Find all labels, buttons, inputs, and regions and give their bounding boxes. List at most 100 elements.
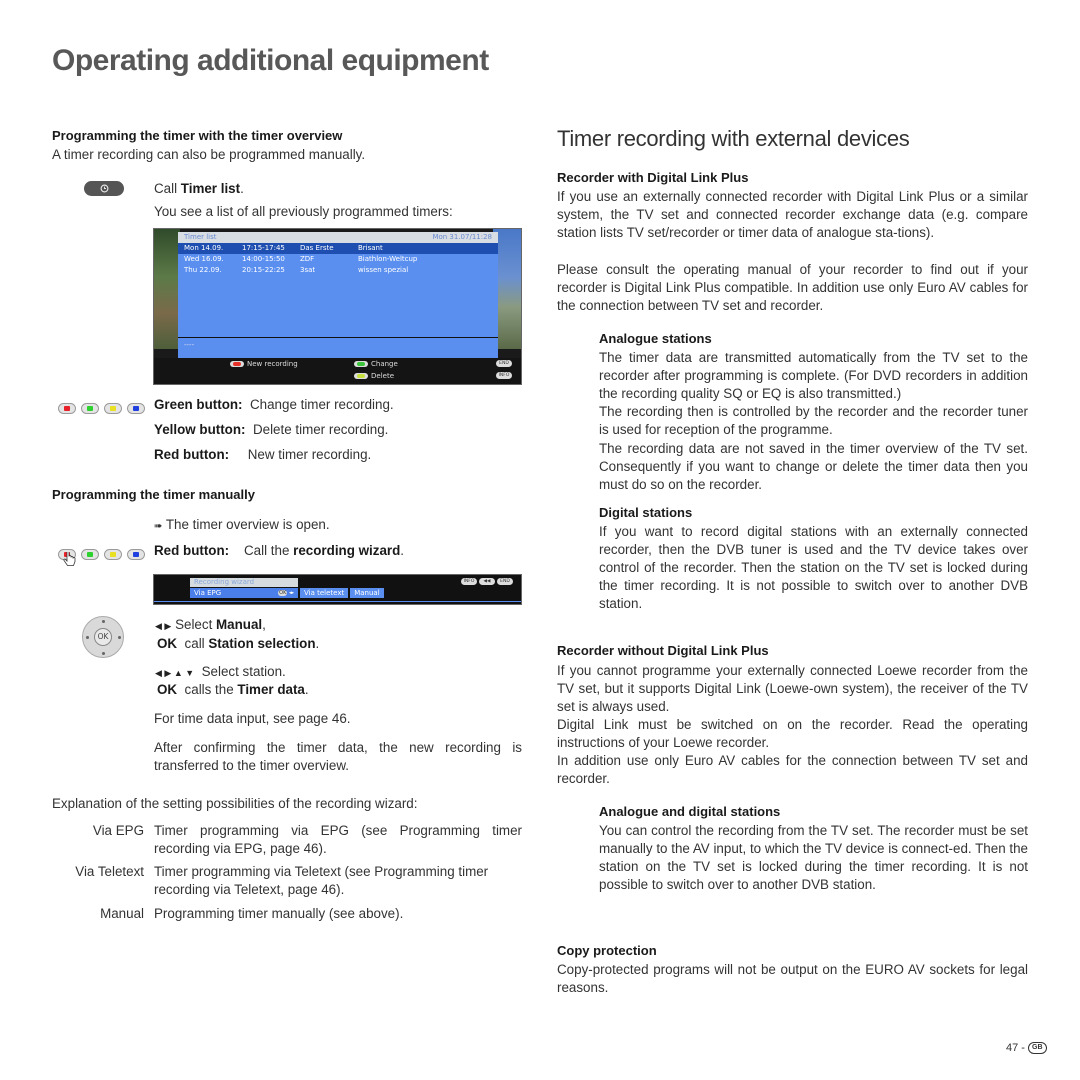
timer-button <box>84 181 124 196</box>
arrow-right-icon: ➠ <box>154 521 163 532</box>
timer-station: Das Erste <box>300 244 334 252</box>
timer-list-screenshot: Timer list Mon 31.07/11:28 Mon 14.09. 17… <box>153 228 522 385</box>
clock-icon <box>100 184 108 193</box>
timer-title: Biathlon-Weltcup <box>358 255 418 263</box>
wizard-keys: INFO ◀◀ END <box>461 578 513 585</box>
page-number-text: 47 - <box>1006 1042 1025 1054</box>
yellow-button-desc: Yellow button: Delete timer recording. <box>154 422 389 437</box>
timer-day: Wed 16.09. <box>184 255 224 263</box>
time-data-note: For time data input, see page 46. <box>154 711 351 726</box>
green-button-desc: Green button: Change timer recording. <box>154 397 394 412</box>
heading-digital: Digital stations <box>599 505 693 520</box>
timer-row[interactable]: Mon 14.09. 17:15-17:45 Das Erste Brisant <box>178 243 498 254</box>
definition-term: Via Teletext <box>75 864 144 879</box>
timer-list-panel: Timer list Mon 31.07/11:28 Mon 14.09. 17… <box>178 232 498 358</box>
ok-button-icon: OK <box>94 628 112 646</box>
tab-manual[interactable]: Manual <box>350 588 384 598</box>
timer-row[interactable]: Thu 22.09. 20:15-22:25 3sat wissen spezi… <box>178 265 498 276</box>
wizard-title: Recording wizard <box>190 578 298 587</box>
arrow-keys-icon: ◀ ▶ ▲ ▼ <box>155 668 195 678</box>
timer-list-title: Timer list <box>184 233 217 241</box>
green-button-icon <box>81 549 99 560</box>
legend-change: Change <box>354 360 398 368</box>
analogue-p1: The timer data are transmitted automatic… <box>599 350 1028 401</box>
blue-button-icon <box>127 549 145 560</box>
section-heading-manual: Programming the timer manually <box>52 487 255 502</box>
info-line: ---- <box>184 341 195 349</box>
timer-list-datetime: Mon 31.07/11:28 <box>432 233 492 241</box>
timer-list-legend: New recording Change Delete END INFO <box>154 358 521 384</box>
info-key-icon: INFO <box>496 372 512 379</box>
yellow-button-icon <box>354 373 368 379</box>
page-number: 47 - GB <box>1006 1042 1047 1055</box>
precondition: ➠ The timer overview is open. <box>154 517 330 532</box>
no-dlp-p3: In addition use only Euro AV cables for … <box>557 753 1028 786</box>
step-timer-data: OK calls the Timer data. <box>157 682 309 697</box>
navigation-ring-icon: OK <box>82 616 124 658</box>
step-select-station: ◀ ▶ ▲ ▼ Select station. <box>155 664 286 679</box>
timer-day: Mon 14.09. <box>184 244 224 252</box>
wizard-tabs: Via EPG OK ◂▸ Via teletext Manual <box>190 588 386 598</box>
definition-desc: Timer programming via EPG (see Programmi… <box>154 823 522 856</box>
definition-desc: Timer programming via Teletext (see Prog… <box>154 864 489 897</box>
end-key-icon: END <box>496 360 512 367</box>
recording-wizard-screenshot: Recording wizard Via EPG OK ◂▸ Via telete… <box>153 574 522 605</box>
no-dlp-p1: If you cannot programme your externally … <box>557 663 1028 714</box>
definition-term: Via EPG <box>92 823 144 838</box>
heading-analogue: Analogue stations <box>599 331 712 346</box>
no-dlp-p2: Digital Link must be switched on on the … <box>557 717 1028 750</box>
section-heading-timer-overview: Programming the timer with the timer ove… <box>52 128 343 143</box>
digital-p1: If you want to record digital stations w… <box>599 524 1028 611</box>
green-button-icon <box>81 403 99 414</box>
intro-text: A timer recording can also be programmed… <box>52 147 366 162</box>
info-key-icon: INFO <box>461 578 477 585</box>
step-desc: You see a list of all previously program… <box>154 204 453 219</box>
divider <box>178 337 498 338</box>
step-select-manual: ◀ ▶ Select Manual, <box>155 617 266 632</box>
color-buttons <box>58 398 150 417</box>
timer-time: 14:00-15:50 <box>242 255 285 263</box>
explanation-text: Explanation of the setting possibilities… <box>52 796 418 811</box>
timer-list-header: Timer list Mon 31.07/11:28 <box>178 232 498 243</box>
red-button-icon <box>230 361 244 367</box>
analogue-p3: The recording data are not saved in the … <box>599 441 1028 492</box>
timer-title: wissen spezial <box>358 266 409 274</box>
timer-station: ZDF <box>300 255 315 263</box>
dlp-p2: Please consult the operating manual of y… <box>557 262 1028 313</box>
country-badge-icon: GB <box>1028 1042 1047 1055</box>
heading-dlp: Recorder with Digital Link Plus <box>557 170 749 185</box>
pointing-hand-icon <box>63 550 77 572</box>
tab-via-teletext[interactable]: Via teletext <box>300 588 349 598</box>
section-title-external: Timer recording with external devices <box>557 126 910 151</box>
arrow-left-right-icon: ◀ ▶ <box>155 621 172 631</box>
tab-label: Via EPG <box>194 589 222 597</box>
ok-arrows-icon: OK ◂▸ <box>278 590 294 596</box>
legend-new-recording: New recording <box>230 360 298 368</box>
yellow-button-icon <box>104 403 122 414</box>
copy-protection-p1: Copy-protected programs will not be outp… <box>557 962 1028 995</box>
step-call-timer-list: Call Timer list. <box>154 181 244 196</box>
tab-via-epg[interactable]: Via EPG OK ◂▸ <box>190 588 298 598</box>
yellow-button-icon <box>104 549 122 560</box>
analogue-digital-p1: You can control the recording from the T… <box>599 823 1028 892</box>
heading-copy-protection: Copy protection <box>557 943 657 958</box>
end-key-icon: END <box>497 578 513 585</box>
legend-label: Delete <box>371 372 394 380</box>
divider <box>154 601 521 602</box>
red-button-desc: Red button: New timer recording. <box>154 447 372 462</box>
legend-label: Change <box>371 360 398 368</box>
timer-station: 3sat <box>300 266 316 274</box>
red-button-icon <box>58 403 76 414</box>
timer-time: 20:15-22:25 <box>242 266 285 274</box>
timer-day: Thu 22.09. <box>184 266 222 274</box>
definition-desc: Programming timer manually (see above). <box>154 906 404 921</box>
legend-label: New recording <box>247 360 298 368</box>
red-button-wizard: Red button: Call the recording wizard. <box>154 543 405 558</box>
back-key-icon: ◀◀ <box>479 578 495 585</box>
legend-delete: Delete <box>354 372 394 380</box>
timer-time: 17:15-17:45 <box>242 244 285 252</box>
timer-row[interactable]: Wed 16.09. 14:00-15:50 ZDF Biathlon-Welt… <box>178 254 498 265</box>
blue-button-icon <box>127 403 145 414</box>
heading-no-dlp: Recorder without Digital Link Plus <box>557 643 769 658</box>
page-title: Operating additional equipment <box>52 44 489 77</box>
